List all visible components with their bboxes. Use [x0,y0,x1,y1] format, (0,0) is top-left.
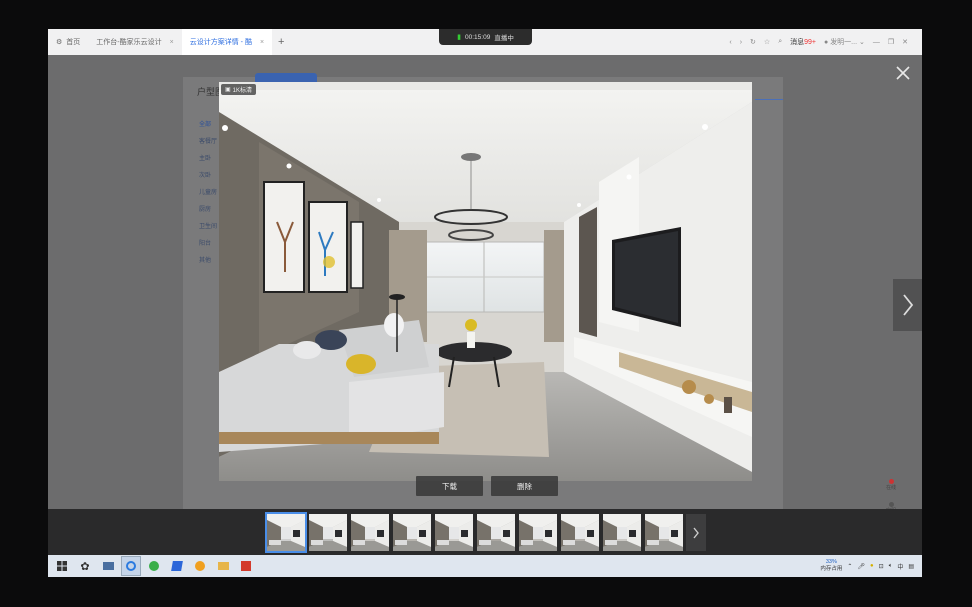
side-item: 全部 [199,122,212,128]
side-item: 其他 [199,258,212,264]
new-tab-button[interactable]: + [272,36,290,48]
user-menu[interactable]: ● 发明一... ⌄ [824,37,865,47]
side-item: 厨房 [199,207,212,213]
image-icon: ▣ [225,87,231,93]
chevron-right-icon [693,527,699,538]
thumbnail-item[interactable] [519,514,557,551]
recording-time: 00:15:09 [465,33,491,41]
close-viewer-icon[interactable] [895,65,911,81]
side-item: 客餐厅 [199,139,218,145]
tab-label: 工作台-酷家乐云设计 [96,39,162,46]
side-item: 次卧 [199,173,212,179]
download-button[interactable]: 下载 [416,476,483,496]
thumbnail-item[interactable] [645,514,683,551]
chevron-up-icon[interactable]: ⌃ [847,563,852,570]
tab-design-detail[interactable]: 云设计方案详情 - 酷 × [181,29,273,55]
online-label: 在线 [886,485,897,491]
viewer-actions: 下载 删除 [416,476,558,496]
browser-toolbar: ‹ › ↻ ☆ ⌕ 消息99+ ● 发明一... ⌄ — ❐ ✕ [729,29,922,55]
thumbnail-strip [48,509,922,555]
nav-back-icon[interactable]: ‹ [729,39,731,46]
memory-usage[interactable]: 33% 内存占用 [820,559,842,573]
collect-icon[interactable]: ☆ [764,38,770,46]
signal-icon: ▮ [457,34,462,41]
thumbnail-item[interactable] [435,514,473,551]
thumbnail-item[interactable] [603,514,641,551]
side-item: 卫生间 [199,224,218,230]
reload-icon[interactable]: ↻ [750,38,756,46]
close-tab-icon[interactable]: × [170,39,174,46]
next-image-button[interactable] [893,279,922,331]
delete-button[interactable]: 删除 [491,476,558,496]
ime-indicator[interactable]: 中 [897,562,903,571]
minimize-icon[interactable]: — [873,39,880,46]
browser-app-icon[interactable] [121,556,141,576]
pdf-app-icon[interactable] [237,557,255,575]
side-item: 阳台 [199,241,212,247]
notification-icon[interactable]: ● [870,563,874,569]
thumbnail-list [265,512,683,553]
windows-taskbar: ✿ 33% 内存占用 ⌃ 🎤︎ ● ⊡ 🔈︎ 中 ▤ [48,555,922,577]
thumbnail-item[interactable] [309,514,347,551]
thumbnail-item[interactable] [351,514,389,551]
settings-app-icon[interactable]: ✿ [76,557,94,575]
chevron-right-icon [902,294,913,316]
system-tray: 33% 内存占用 ⌃ 🎤︎ ● ⊡ 🔈︎ 中 ▤ [820,555,914,577]
home-icon: ⚙ [56,39,63,46]
thumbnails-next-button[interactable] [686,514,706,551]
thumbnail-item[interactable] [477,514,515,551]
thumbnail-item[interactable] [393,514,431,551]
monitor-app-icon[interactable] [99,557,117,575]
restore-icon[interactable]: ❐ [888,38,894,46]
app-window: ⚙ 首页 工作台-酷家乐云设计 × 云设计方案详情 - 酷 × + ‹ › ↻ … [48,29,922,577]
thumbnail-item[interactable] [561,514,599,551]
side-item: 儿童房 [199,190,218,196]
background-underline [755,99,783,100]
recording-indicator[interactable]: ▮ 00:15:09 直播中 [439,29,532,45]
thumbnail-item[interactable] [265,512,307,553]
close-window-icon[interactable]: ✕ [902,38,908,46]
tab-label: 首页 [66,39,81,46]
resolution-tag: ▣ 1K标清 [221,84,257,95]
search-icon[interactable]: ⌕ [778,38,782,46]
microphone-icon[interactable]: 🎤︎ [857,563,865,570]
living-room-render [219,82,752,481]
nav-forward-icon[interactable]: › [740,39,742,46]
tab-home[interactable]: ⚙ 首页 [48,29,88,55]
background-side-list: 全部 客餐厅 主卧 次卧 儿童房 厨房 卫生间 阳台 其他 [199,117,217,270]
chat-app-icon[interactable] [145,557,163,575]
side-item: 主卧 [199,156,212,162]
tab-workbench[interactable]: 工作台-酷家乐云设计 × [88,29,181,55]
messages-button[interactable]: 消息99+ [790,37,816,47]
orange-app-icon[interactable] [191,557,209,575]
folder-app-icon[interactable] [214,557,232,575]
recording-status: 直播中 [494,35,514,42]
network-icon[interactable]: ⊡ [879,563,884,570]
windows-start-icon[interactable] [53,557,71,575]
action-center-icon[interactable]: ▤ [908,563,914,570]
close-tab-icon[interactable]: × [260,39,264,46]
feishu-app-icon[interactable] [168,557,186,575]
volume-icon[interactable]: 🔈︎ [889,563,893,570]
render-image-viewer[interactable]: ▣ 1K标清 [219,82,752,481]
tab-label: 云设计方案详情 - 酷 [189,39,252,46]
